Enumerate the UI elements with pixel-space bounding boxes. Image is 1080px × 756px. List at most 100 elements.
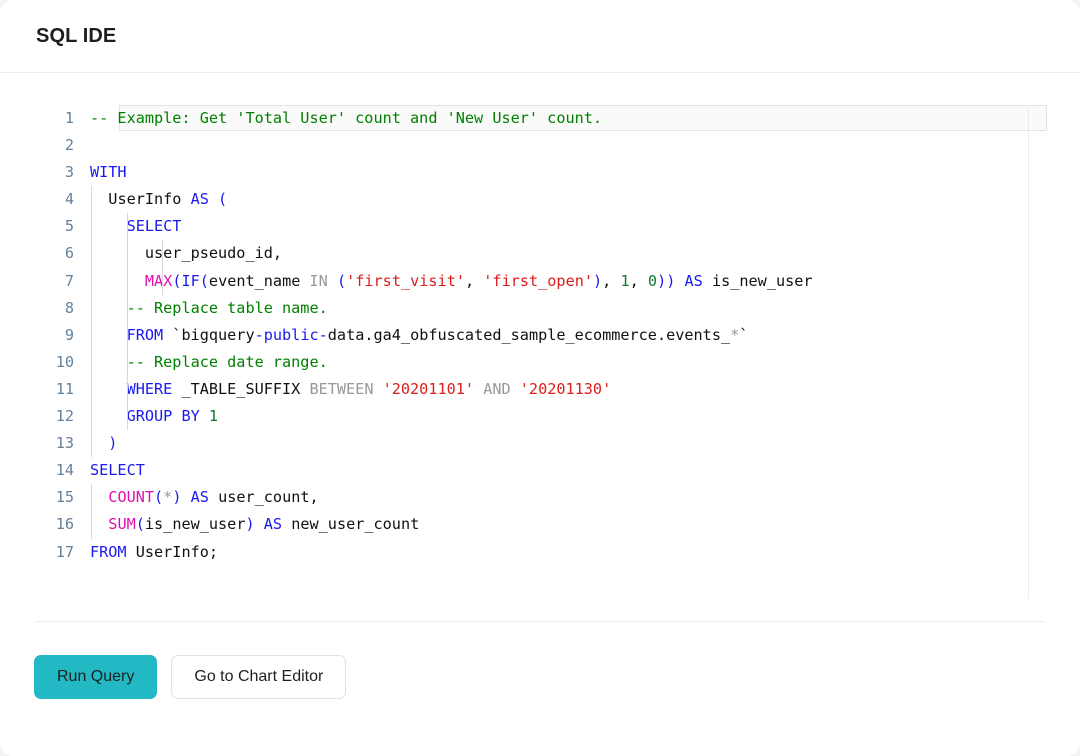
code-line-content[interactable]: -- Example: Get 'Total User' count and '… xyxy=(90,105,1080,132)
sql-editor[interactable]: 1 -- Example: Get 'Total User' count and… xyxy=(0,73,1080,621)
indent-guide xyxy=(91,511,92,539)
line-number: 14 xyxy=(55,461,74,480)
token-number: 1 xyxy=(199,407,219,426)
code-line-content[interactable]: -- Replace table name. xyxy=(90,294,1080,322)
indent-guide xyxy=(91,294,92,322)
token-table-ref: data.ga4_obfuscated_sample_ecommerce.eve… xyxy=(327,325,731,344)
line-number: 1 xyxy=(64,109,74,127)
code-line[interactable]: 6 user_pseudo_id, xyxy=(0,240,1080,268)
line-number: 4 xyxy=(64,190,74,209)
code-line[interactable]: 4 UserInfo AS ( xyxy=(0,186,1080,214)
token-number: 1 xyxy=(620,271,630,290)
code-line-content[interactable]: ) xyxy=(90,430,1080,458)
token-keyword: public xyxy=(263,325,319,344)
token-star: * xyxy=(163,488,173,507)
code-line[interactable]: 15 COUNT(*) AS user_count, xyxy=(0,484,1080,512)
indent-guide xyxy=(91,267,92,295)
code-line-content[interactable]: COUNT(*) AS user_count, xyxy=(90,484,1080,512)
token-keyword: SELECT xyxy=(90,461,145,480)
token-comment: -- Replace date range. xyxy=(126,352,328,371)
code-line-content[interactable]: SELECT xyxy=(90,457,1080,484)
token-number: 0 xyxy=(647,271,658,290)
token-operator: - xyxy=(254,325,264,344)
code-line[interactable]: 16 SUM(is_new_user) AS new_user_count xyxy=(0,511,1080,539)
code-line[interactable]: 9 FROM `bigquery-public-data.ga4_obfusca… xyxy=(0,321,1080,349)
token-comment: -- Replace table name. xyxy=(126,298,328,317)
code-line[interactable]: 10 -- Replace date range. xyxy=(0,348,1080,376)
token-punct: , xyxy=(464,271,484,290)
code-line[interactable]: 1 -- Example: Get 'Total User' count and… xyxy=(0,105,1080,132)
line-number: 3 xyxy=(64,163,74,182)
code-line-content[interactable]: user_pseudo_id, xyxy=(90,240,1080,268)
indent-guide xyxy=(162,267,164,295)
code-line-content[interactable] xyxy=(90,132,1080,159)
token-paren: ( xyxy=(208,190,228,209)
indent-guide xyxy=(126,240,128,268)
code-line-content[interactable]: SUM(is_new_user) AS new_user_count xyxy=(90,511,1080,539)
indent-guide xyxy=(91,213,92,241)
code-line-content[interactable]: -- Replace date range. xyxy=(90,348,1080,376)
token-paren: ( xyxy=(199,271,209,290)
line-number: 12 xyxy=(55,407,74,426)
code-line-content[interactable]: FROM UserInfo; xyxy=(90,539,1080,566)
indent-guide xyxy=(91,484,92,512)
code-line[interactable]: 17 FROM UserInfo; xyxy=(0,539,1080,566)
token-paren: ) xyxy=(593,271,603,290)
code-line-content[interactable]: MAX(IF(event_name IN ('first_visit', 'fi… xyxy=(90,267,1080,295)
run-query-button[interactable]: Run Query xyxy=(34,655,158,699)
app-header: SQL IDE xyxy=(0,0,1080,73)
token-identifier: UserInfo; xyxy=(126,542,219,561)
code-line-content[interactable]: UserInfo AS ( xyxy=(90,186,1080,214)
token-star: * xyxy=(730,325,740,344)
code-area[interactable]: 1 -- Example: Get 'Total User' count and… xyxy=(0,105,1080,566)
code-line[interactable]: 3 WITH xyxy=(0,159,1080,186)
code-line-content[interactable]: GROUP BY 1 xyxy=(90,403,1080,431)
indent-guide xyxy=(91,186,92,214)
go-to-chart-editor-button[interactable]: Go to Chart Editor xyxy=(171,655,347,699)
token-paren: ( xyxy=(154,488,164,507)
indent-guide xyxy=(126,267,128,295)
code-line[interactable]: 7 MAX(IF(event_name IN ('first_visit', '… xyxy=(0,267,1080,295)
indent-guide xyxy=(91,321,92,349)
indent-guide xyxy=(126,213,128,241)
code-line[interactable]: 11 WHERE _TABLE_SUFFIX BETWEEN '20201101… xyxy=(0,375,1080,404)
line-number: 10 xyxy=(55,352,74,371)
indent-guide xyxy=(91,375,92,404)
line-number: 7 xyxy=(64,271,74,290)
token-keyword: AS xyxy=(675,271,703,290)
footer: Run Query Go to Chart Editor xyxy=(0,621,1080,756)
code-line-content[interactable]: WHERE _TABLE_SUFFIX BETWEEN '20201101' A… xyxy=(90,375,1080,404)
indent-guide xyxy=(126,321,128,349)
token-keyword: AS xyxy=(190,190,209,209)
code-line-content[interactable]: FROM `bigquery-public-data.ga4_obfuscate… xyxy=(90,321,1080,349)
indent-guide xyxy=(91,403,92,431)
line-number: 13 xyxy=(55,434,74,453)
token-keyword-secondary: IN xyxy=(309,271,328,290)
token-identifier: user_pseudo_id, xyxy=(144,244,283,263)
token-keyword: FROM xyxy=(90,542,127,561)
token-punct: , xyxy=(629,271,648,290)
token-keyword-secondary: BETWEEN xyxy=(309,379,374,398)
token-string: 'first_open' xyxy=(483,271,594,290)
token-paren: ( xyxy=(327,271,347,290)
token-function: SUM xyxy=(108,515,136,534)
indent-guide xyxy=(126,375,128,404)
code-line[interactable]: 5 SELECT xyxy=(0,213,1080,241)
code-line-content[interactable]: SELECT xyxy=(90,213,1080,241)
line-number: 8 xyxy=(64,298,74,317)
token-comment: -- Example: Get 'Total User' count and '… xyxy=(90,109,603,127)
indent-guide xyxy=(91,240,92,268)
code-line[interactable]: 13 ) xyxy=(0,430,1080,458)
code-line[interactable]: 12 GROUP BY 1 xyxy=(0,403,1080,431)
code-line[interactable]: 8 -- Replace table name. xyxy=(0,294,1080,322)
code-line[interactable]: 2 xyxy=(0,132,1080,159)
token-paren: ) xyxy=(245,515,255,534)
line-number: 9 xyxy=(64,325,74,344)
line-number: 5 xyxy=(64,217,74,236)
code-line-content[interactable]: WITH xyxy=(90,159,1080,186)
code-line[interactable]: 14 SELECT xyxy=(0,457,1080,484)
line-number: 15 xyxy=(55,488,74,507)
token-keyword: WHERE xyxy=(126,379,173,398)
token-identifier: new_user_count xyxy=(282,515,420,534)
token-punct: , xyxy=(602,271,621,290)
